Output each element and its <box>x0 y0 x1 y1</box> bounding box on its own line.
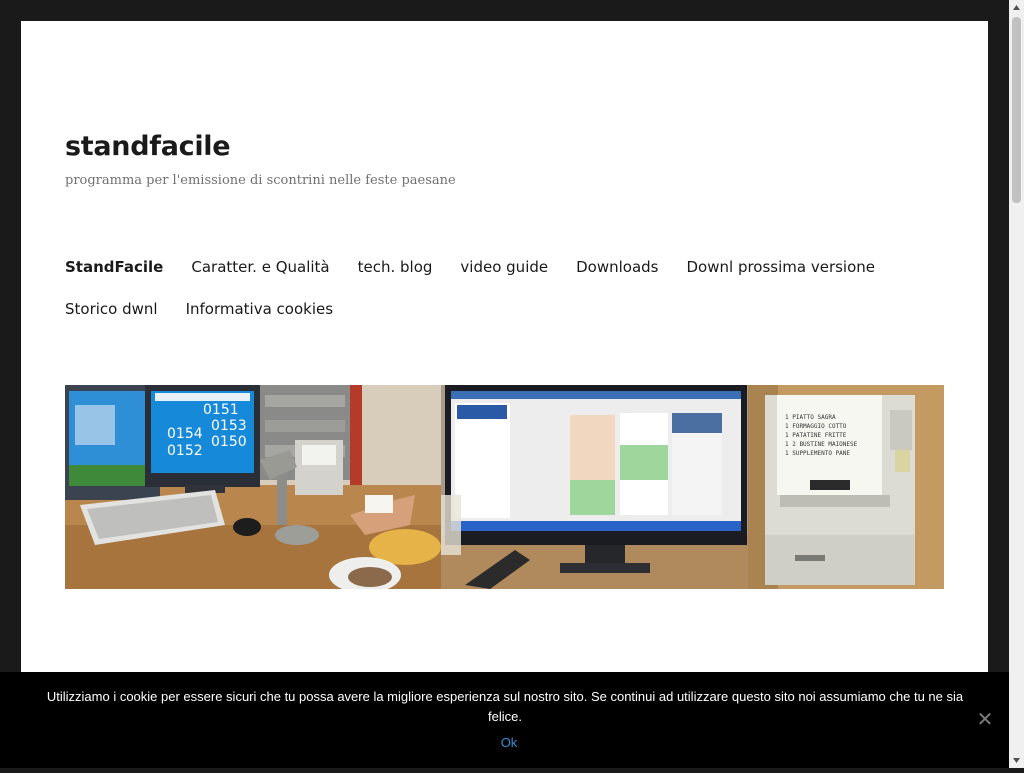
photo-panel-receipt-printer: 1 PIATTO SAGRA 1 FORMAGGIO COTTO 1 PATAT… <box>748 385 944 589</box>
header-image: 0151 0154 0153 0152 0150 1 PIATTO SAGRA … <box>65 385 944 589</box>
site-title[interactable]: standfacile <box>65 131 231 162</box>
queue-number-3: 0152 <box>167 443 203 459</box>
nav-item-storico-dwnl[interactable]: Storico dwnl <box>65 288 158 330</box>
nav-item-caratteristiche[interactable]: Caratter. e Qualità <box>191 246 329 288</box>
cookie-notice-bar: Utilizziamo i cookie per essere sicuri c… <box>0 672 1009 768</box>
nav-item-standfacile[interactable]: StandFacile <box>65 246 163 288</box>
nav-item-downl-prossima-versione[interactable]: Downl prossima versione <box>687 246 876 288</box>
chevron-down-icon[interactable] <box>1009 753 1024 768</box>
cookie-message: Utilizziamo i cookie per essere sicuri c… <box>46 689 964 724</box>
nav-item-tech-blog[interactable]: tech. blog <box>358 246 433 288</box>
chevron-up-icon[interactable] <box>1009 0 1024 15</box>
queue-number-1: 0154 <box>167 426 203 442</box>
cookie-ok-button[interactable]: Ok <box>492 734 526 752</box>
nav-item-video-guide[interactable]: video guide <box>460 246 548 288</box>
receipt-line-4: 1 SUPPLEMENTO PANE <box>785 450 850 457</box>
receipt-line-3: 1 2 BUSTINE MAIONESE <box>785 441 858 448</box>
photo-panel-software-monitor <box>441 385 748 589</box>
receipt-line-1: 1 FORMAGGIO COTTO <box>785 423 847 430</box>
close-icon[interactable]: ✕ <box>975 710 995 730</box>
queue-number-4: 0150 <box>211 434 247 450</box>
site-description: programma per l'emissione di scontrini n… <box>65 173 456 188</box>
vertical-scrollbar[interactable] <box>1009 0 1024 768</box>
nav-item-downloads[interactable]: Downloads <box>576 246 658 288</box>
nav-item-informativa-cookies[interactable]: Informativa cookies <box>186 288 333 330</box>
scrollbar-thumb[interactable] <box>1012 17 1021 203</box>
queue-number-2: 0153 <box>211 418 247 434</box>
page-container: standfacile programma per l'emissione di… <box>21 21 988 768</box>
receipt-line-2: 1 PATATINE FRITTE <box>785 432 847 439</box>
photo-panel-cashier-desk: 0151 0154 0153 0152 0150 <box>65 385 441 589</box>
receipt-line-0: 1 PIATTO SAGRA <box>785 414 836 421</box>
main-navigation: StandFacile Caratter. e Qualità tech. bl… <box>65 246 945 330</box>
queue-number-0: 0151 <box>203 402 239 418</box>
